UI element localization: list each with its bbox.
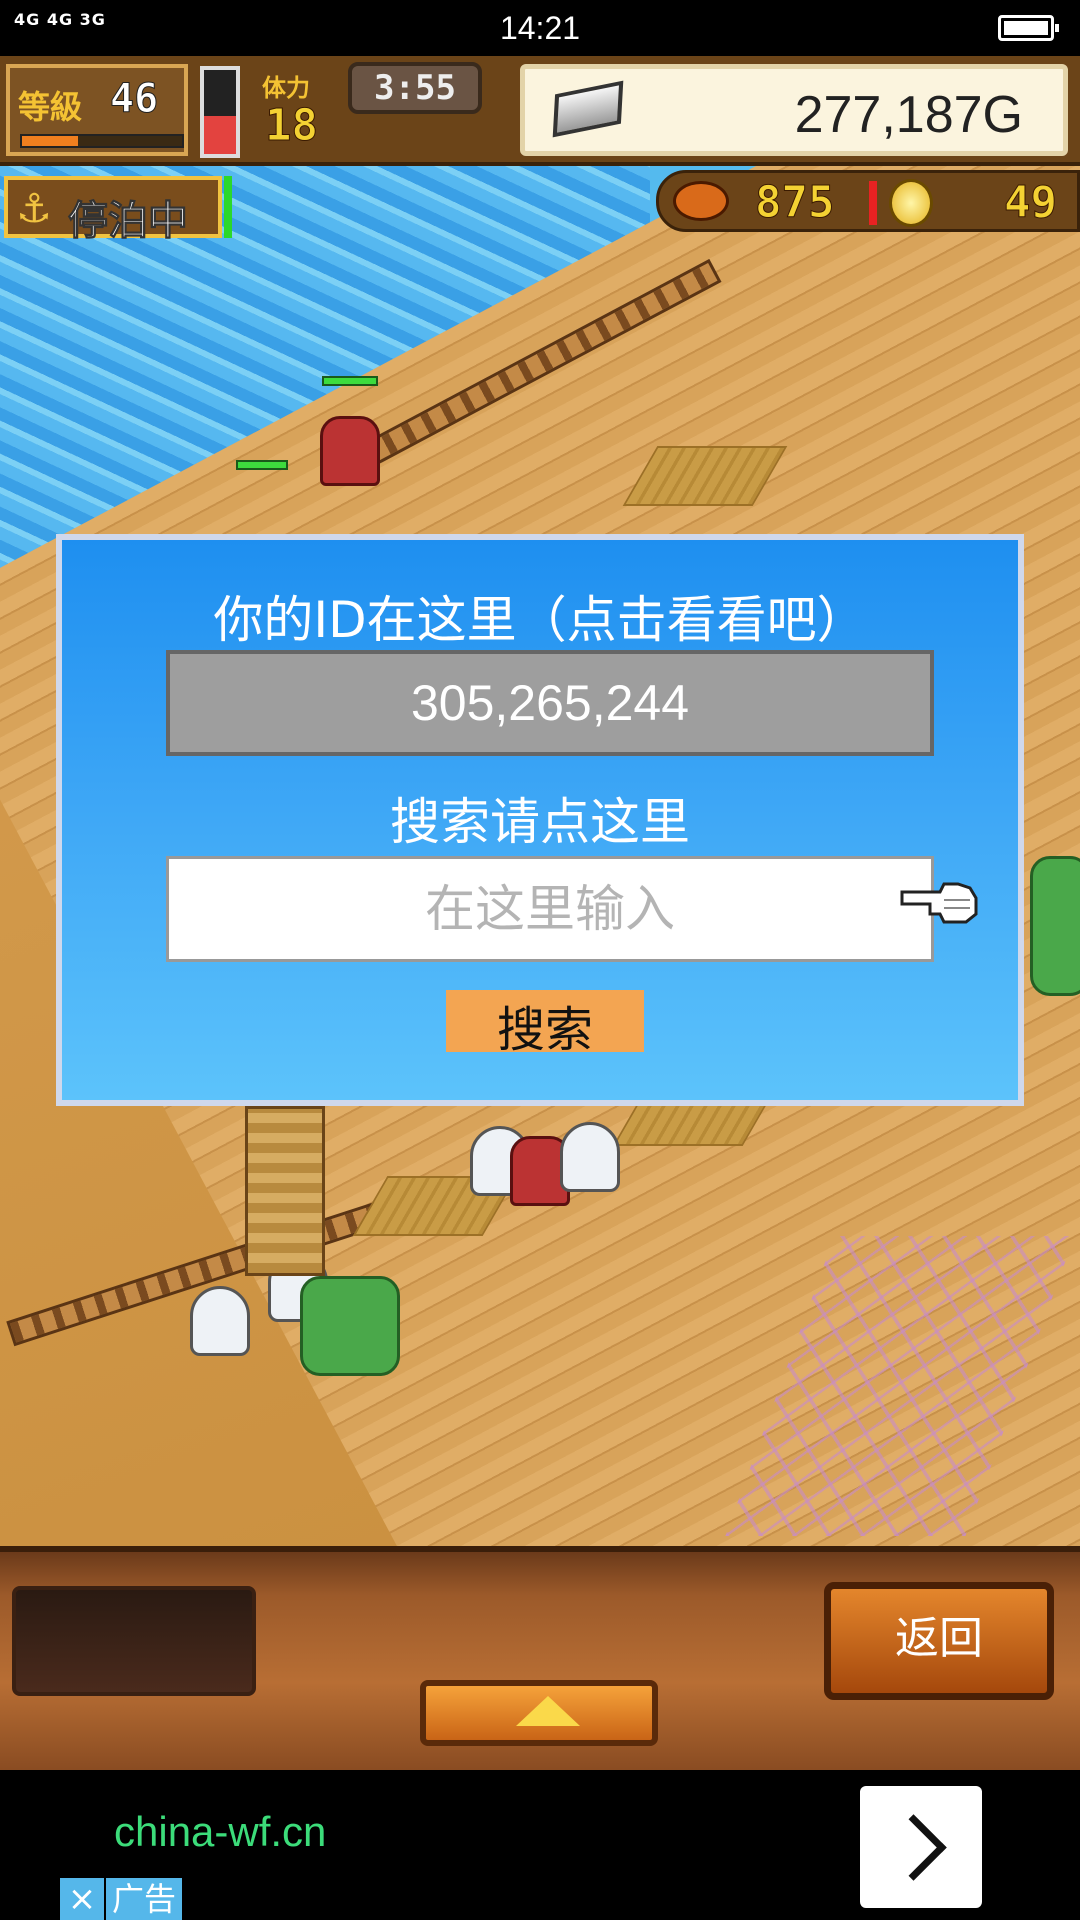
stamina-value: 18: [265, 100, 319, 152]
meat-icon: [673, 181, 729, 221]
search-button[interactable]: 搜索: [446, 990, 644, 1058]
anchored-status-badge[interactable]: ⚓ 停泊中: [4, 176, 222, 245]
ghost-crew-sprite[interactable]: [190, 1286, 250, 1356]
search-label: 搜索请点这里: [390, 793, 690, 851]
back-button[interactable]: 返回: [824, 1582, 1054, 1700]
pointing-hand-icon: [900, 882, 978, 924]
anchor-icon: ⚓: [16, 186, 52, 232]
gold-panel: 277,187G: [520, 64, 1068, 156]
player-id-display[interactable]: 305,265,244: [166, 650, 934, 756]
resource-panel: 875 49: [656, 170, 1080, 232]
silver-bar-icon: [552, 80, 624, 138]
dragon-sprite[interactable]: [300, 1276, 400, 1376]
experience-bar: [20, 134, 184, 148]
stamina-gauge: [200, 66, 240, 158]
level-value: 46: [109, 76, 159, 123]
item-slot[interactable]: [12, 1586, 256, 1696]
ad-next-arrow-icon[interactable]: [860, 1786, 982, 1908]
ghost-crew-sprite[interactable]: [560, 1122, 620, 1192]
level-panel: 等級 46: [6, 64, 188, 156]
ad-label: 广告: [106, 1878, 182, 1920]
dragon-sprite[interactable]: [1030, 856, 1080, 996]
crew-hp-bar: [322, 376, 378, 386]
expand-menu-button[interactable]: [420, 1680, 658, 1746]
coin-count: 49: [1004, 177, 1058, 229]
stamina-label: 体力: [262, 74, 310, 102]
up-arrow-icon: [516, 1696, 580, 1726]
crew-member-sprite[interactable]: [320, 416, 380, 486]
ad-url[interactable]: china-wf.cn: [114, 1808, 326, 1856]
top-hud: 等級 46 体力 18 3:55 277,187G: [0, 56, 1080, 166]
meat-count: 875: [754, 177, 835, 229]
status-bar: 4G 4G 3G 14:21: [0, 0, 1080, 56]
ad-banner[interactable]: china-wf.cn × 广告: [0, 1770, 1080, 1920]
status-time: 14:21: [499, 10, 581, 46]
ship-mast: [245, 1106, 325, 1276]
dialog-title[interactable]: 你的ID在这里（点击看看吧）: [62, 580, 1018, 652]
search-input[interactable]: [166, 856, 934, 962]
anchored-status-label: 停泊中: [68, 198, 189, 245]
status-indicator: [224, 176, 232, 238]
battery-icon: [998, 15, 1059, 41]
crew-hp-bar: [236, 460, 288, 470]
coin-icon: [889, 179, 933, 227]
bottom-control-bar: 返回: [0, 1546, 1080, 1770]
resource-divider: [869, 181, 877, 225]
friend-search-dialog: 你的ID在这里（点击看看吧） 305,265,244 搜索请点这里 搜索: [56, 534, 1024, 1106]
ad-close-icon[interactable]: ×: [60, 1878, 104, 1920]
stamina-timer: 3:55: [348, 62, 482, 114]
gold-amount: 277,187G: [794, 86, 1023, 144]
level-label: 等級: [18, 88, 83, 126]
